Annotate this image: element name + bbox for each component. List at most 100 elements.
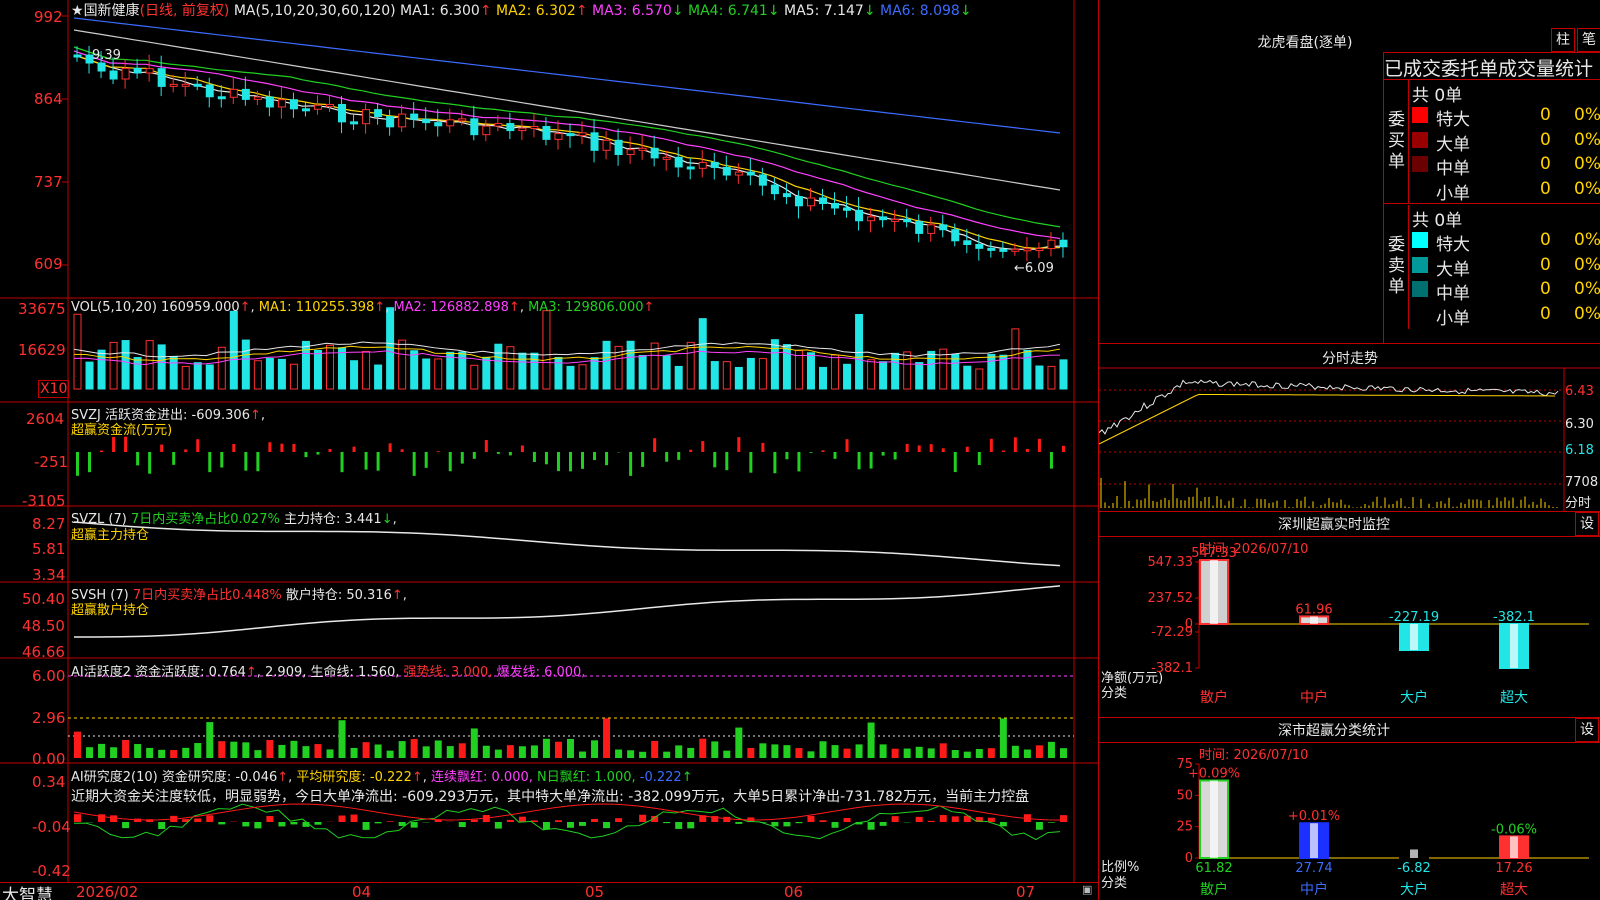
kline-chart[interactable] xyxy=(0,0,1098,882)
activity-bar xyxy=(398,741,406,758)
volume-bar xyxy=(518,352,527,390)
category-label: 散户 xyxy=(1200,689,1228,706)
category-label: 大户 xyxy=(1400,689,1428,706)
candle-body xyxy=(205,84,214,98)
research-bar xyxy=(1059,815,1067,822)
high-label: 9.39 xyxy=(92,48,121,63)
volume-bar xyxy=(554,356,563,390)
volume-bar xyxy=(253,360,262,390)
sz-class-panel: 深市超赢分类统计 设 时间: 2026/07/10 75 50 25 0 +0.09% 6… xyxy=(1099,718,1600,900)
ma-value: MA1: 6.300 xyxy=(400,3,480,19)
bottom-bar: 大智慧 2026/02 04 05 06 07 ▣ xyxy=(0,882,1098,900)
flow-bar xyxy=(905,443,909,452)
volume-bar xyxy=(1047,365,1056,390)
order-pct: 0% xyxy=(1574,279,1600,299)
volume-bar xyxy=(818,366,827,390)
candle-body xyxy=(133,67,142,74)
volume-bar xyxy=(927,350,936,390)
order-type: 小单 xyxy=(1436,308,1470,329)
activity-bar xyxy=(218,741,226,758)
volume-bar xyxy=(410,350,419,390)
flow-bar xyxy=(1013,437,1017,452)
ai-active-header: AI活跃度2 资金活跃度: 0.764↑, 2.909, 生命线: 1.560,… xyxy=(71,665,586,680)
flow-bar xyxy=(929,444,933,452)
flow-bar xyxy=(532,452,536,462)
flow-bar xyxy=(773,452,777,474)
research-bar xyxy=(110,815,118,822)
flow-bar xyxy=(160,444,164,452)
volume-bar xyxy=(494,343,503,390)
y-tick: 3.34 xyxy=(32,566,66,584)
bar-value-label: -227.19 xyxy=(1389,610,1439,625)
volume-bar xyxy=(374,364,383,390)
candle-body xyxy=(963,240,972,245)
candle-body xyxy=(446,119,455,127)
bar-group xyxy=(1299,822,1329,860)
bar-group xyxy=(1399,623,1429,651)
volume-bar xyxy=(313,349,322,390)
y-tick: 8.27 xyxy=(32,515,66,533)
activity-bar xyxy=(350,747,358,758)
candle-body xyxy=(927,224,936,234)
volume-bar xyxy=(722,361,731,390)
main-header: ★国新健康(日线, 前复权) MA(5,10,20,30,60,120) MA1… xyxy=(71,3,972,19)
candle-body xyxy=(975,243,984,249)
activity-bar xyxy=(627,750,635,758)
candle-body xyxy=(987,247,996,251)
candle-body xyxy=(722,166,731,176)
main-chart-area[interactable]: ★国新健康(日线, 前复权) MA(5,10,20,30,60,120) MA1… xyxy=(0,0,1098,882)
intraday-panel[interactable]: 分时走势 6.43 6.30 6.18 7708 分时 xyxy=(1099,344,1600,512)
research-bar xyxy=(218,822,226,825)
lock-icon[interactable]: ▣ xyxy=(1082,883,1092,896)
avg-line xyxy=(1099,393,1555,445)
research-bar xyxy=(410,822,418,828)
activity-bar xyxy=(975,749,983,758)
ma-line xyxy=(73,29,1061,191)
order-type: 大单 xyxy=(1436,259,1470,280)
volume-bar xyxy=(398,339,407,390)
activity-bar xyxy=(302,746,310,758)
activity-bar xyxy=(963,751,971,758)
research-bar xyxy=(891,816,899,822)
candle-body xyxy=(806,197,815,207)
activity-bar xyxy=(266,740,274,758)
sz-class-chart: 7550250+0.09%61.82散户+0.01%27.74中户-6.82大户… xyxy=(1176,757,1589,898)
flow-bar xyxy=(568,452,572,472)
bar-mode-button[interactable]: 柱 xyxy=(1551,28,1575,52)
order-type: 特大 xyxy=(1436,110,1470,130)
volume-bar xyxy=(578,364,587,390)
order-pct: 0% xyxy=(1574,254,1600,275)
order-count: 0 xyxy=(1540,303,1551,324)
candle-body xyxy=(410,113,419,120)
svzl-sub: 超赢主力持仓 xyxy=(71,528,150,543)
color-swatch xyxy=(1412,156,1428,172)
bar-group xyxy=(1299,615,1329,625)
candle-body xyxy=(458,118,467,122)
vol-unit-label: X10 xyxy=(38,380,70,398)
intraday-chart[interactable] xyxy=(1099,344,1600,512)
bar-highlight xyxy=(1310,616,1318,624)
activity-bar xyxy=(927,748,935,758)
candle-body xyxy=(614,139,623,155)
activity-bar xyxy=(242,742,250,758)
bar-group xyxy=(1399,848,1429,860)
activity-bar xyxy=(879,744,887,758)
flow-bar xyxy=(400,449,404,452)
flow-bar xyxy=(785,452,789,460)
research-bar xyxy=(951,816,959,822)
y-tick: 6.43 xyxy=(1565,384,1594,399)
tick-mode-button[interactable]: 笔 xyxy=(1577,28,1600,52)
category-label: 大户 xyxy=(1400,881,1428,898)
activity-bar xyxy=(506,745,514,758)
candle-body xyxy=(121,67,130,80)
volume-bar xyxy=(109,341,118,390)
activity-bar xyxy=(98,743,106,758)
activity-bar xyxy=(182,747,190,758)
flow-bar xyxy=(88,452,92,473)
flow-bar xyxy=(1049,452,1053,469)
volume-bar xyxy=(855,314,864,390)
volume-bar xyxy=(963,365,972,390)
candle-body xyxy=(879,216,888,221)
volume-bar xyxy=(121,340,130,390)
research-bar xyxy=(675,822,683,829)
